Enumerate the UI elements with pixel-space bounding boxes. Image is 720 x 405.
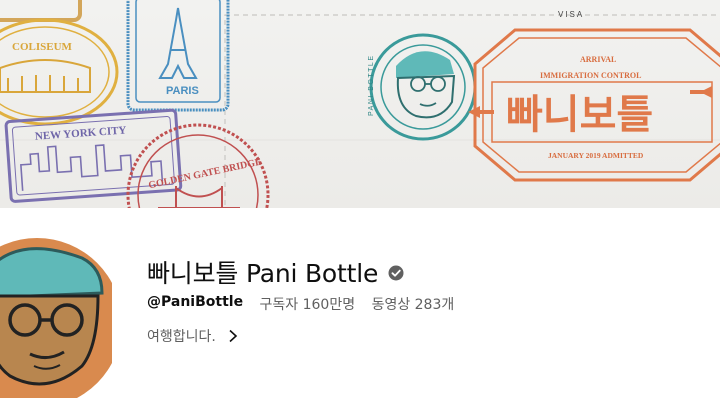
svg-text:PANI BOTTLE: PANI BOTTLE: [368, 55, 375, 117]
channel-description: 여행합니다.: [147, 329, 216, 345]
goldengate-stamp: GOLDEN GATE BRIDGE: [126, 123, 270, 208]
top-left-stamp: [0, 0, 82, 22]
svg-text:PARIS: PARIS: [166, 85, 199, 97]
avatar-illustration: [0, 238, 112, 398]
meta-separator: [249, 294, 253, 314]
svg-text:JANUARY 2019 ADMITTED: JANUARY 2019 ADMITTED: [548, 151, 644, 160]
svg-text:COLISEUM: COLISEUM: [12, 41, 73, 53]
coliseum-stamp: COLISEUM: [0, 18, 119, 126]
svg-text:IMMIGRATION CONTROL: IMMIGRATION CONTROL: [540, 71, 641, 80]
channel-name-row: 빠니보틀 Pani Bottle: [147, 254, 404, 290]
svg-text:빠니보틀: 빠니보틀: [506, 92, 653, 138]
channel-banner: VISA COLISEUM PARIS NEW YORK CITY GOLDEN…: [0, 0, 720, 208]
chevron-right-icon: [229, 329, 238, 343]
passport-stamps-artwork: VISA COLISEUM PARIS NEW YORK CITY GOLDEN…: [0, 0, 720, 208]
channel-avatar[interactable]: [0, 238, 112, 398]
subscriber-count: 구독자 160만명: [259, 297, 356, 313]
channel-header: 빠니보틀 Pani Bottle @PaniBottle 구독자 160만명 동…: [0, 208, 720, 405]
channel-name: 빠니보틀 Pani Bottle: [147, 259, 379, 288]
channel-handle: @PaniBottle: [147, 294, 244, 310]
pani-bottle-circle-stamp: PANI BOTTLE: [368, 33, 477, 141]
video-count: 동영상 283개: [371, 297, 455, 313]
channel-description-link[interactable]: 여행합니다.: [147, 326, 238, 346]
svg-text:ARRIVAL: ARRIVAL: [580, 55, 616, 64]
paris-stamp: PARIS: [126, 0, 230, 112]
meta-separator: [361, 294, 365, 314]
svg-text:GOLDEN GATE BRIDGE: GOLDEN GATE BRIDGE: [147, 157, 262, 192]
visa-label: VISA: [558, 10, 584, 19]
arrival-stamp: ARRIVAL IMMIGRATION CONTROL 빠니보틀 JANUARY…: [468, 28, 720, 182]
verified-badge-icon: [388, 265, 404, 281]
channel-meta: @PaniBottle 구독자 160만명 동영상 283개: [147, 294, 454, 314]
